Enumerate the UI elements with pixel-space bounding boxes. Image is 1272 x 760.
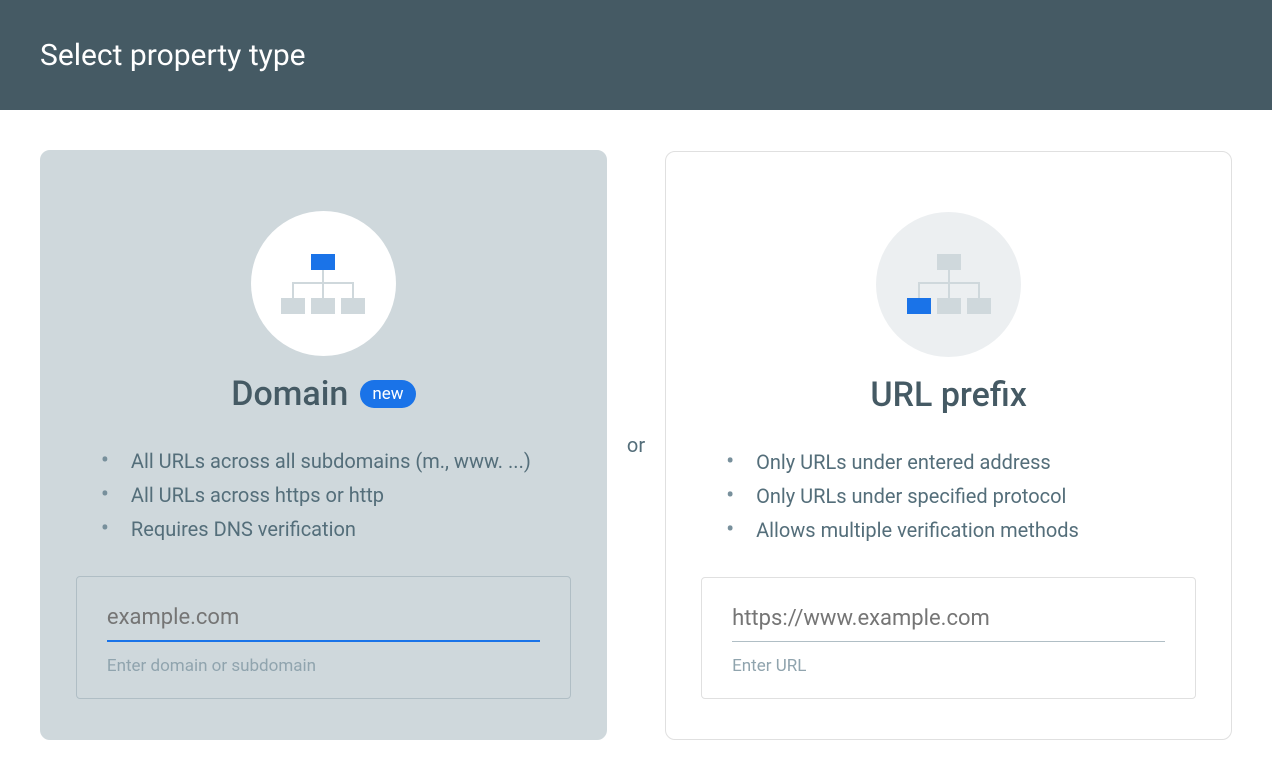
property-type-content: Domain new All URLs across all subdomain…: [0, 110, 1272, 740]
url-input-helper: Enter URL: [732, 656, 1165, 676]
domain-title-row: Domain new: [76, 374, 571, 414]
page-title: Select property type: [40, 38, 306, 73]
url-card-title: URL prefix: [870, 375, 1026, 415]
feature-item: Only URLs under specified protocol: [726, 479, 1196, 513]
url-title-row: URL prefix: [701, 375, 1196, 415]
url-icon-circle: [876, 212, 1021, 357]
domain-icon-circle: [251, 211, 396, 356]
sitemap-domain-icon: [281, 254, 365, 314]
domain-input-box: Enter domain or subdomain: [76, 576, 571, 699]
domain-card[interactable]: Domain new All URLs across all subdomain…: [40, 150, 607, 740]
sitemap-url-icon: [907, 254, 991, 314]
new-badge: new: [360, 380, 415, 408]
domain-feature-list: All URLs across all subdomains (m., www.…: [76, 444, 571, 546]
domain-input[interactable]: [107, 605, 540, 642]
feature-item: Only URLs under entered address: [726, 445, 1196, 479]
feature-item: All URLs across all subdomains (m., www.…: [101, 444, 571, 478]
url-prefix-card[interactable]: URL prefix Only URLs under entered addre…: [665, 151, 1232, 740]
url-input[interactable]: [732, 606, 1165, 642]
or-separator: or: [607, 433, 665, 457]
domain-input-helper: Enter domain or subdomain: [107, 656, 540, 676]
domain-card-title: Domain: [231, 374, 348, 414]
feature-item: All URLs across https or http: [101, 478, 571, 512]
url-feature-list: Only URLs under entered address Only URL…: [701, 445, 1196, 547]
dialog-header: Select property type: [0, 0, 1272, 110]
feature-item: Requires DNS verification: [101, 512, 571, 546]
feature-item: Allows multiple verification methods: [726, 513, 1196, 547]
url-input-box: Enter URL: [701, 577, 1196, 699]
